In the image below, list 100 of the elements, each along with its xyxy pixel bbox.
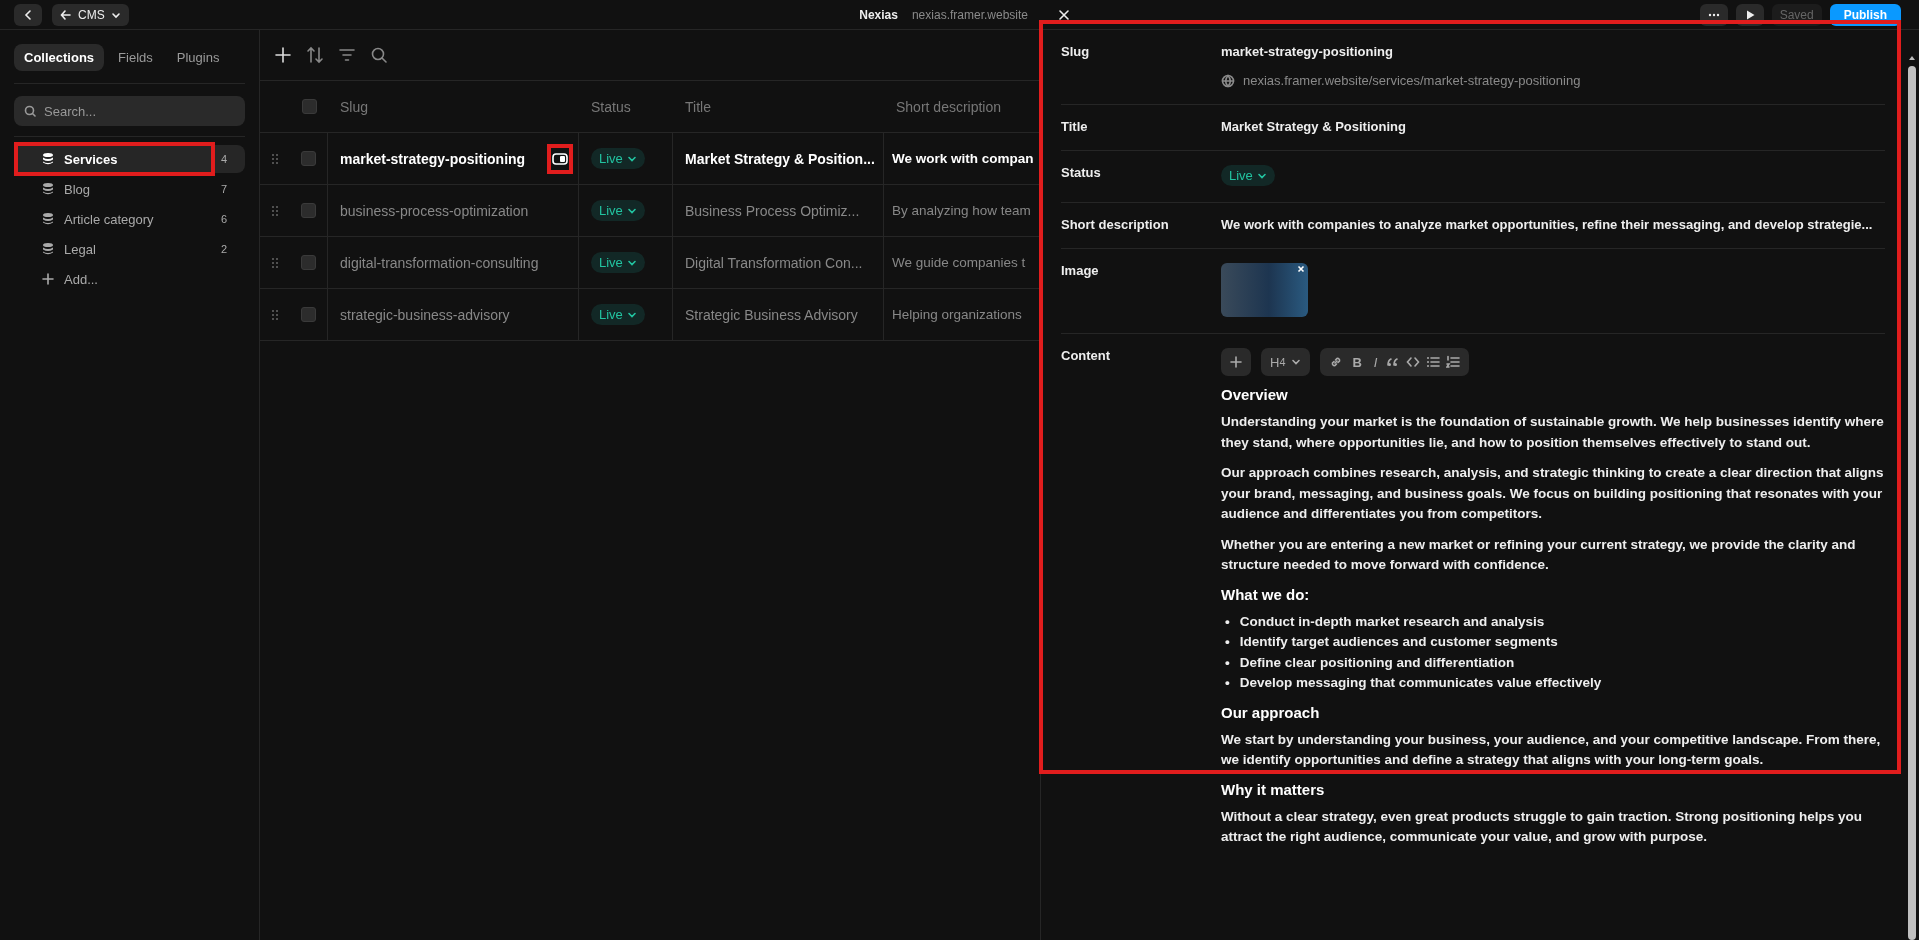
status-pill[interactable]: Live — [1221, 165, 1275, 186]
bullet-item: Conduct in-depth market research and analysis — [1239, 612, 1545, 631]
row-checkbox[interactable] — [301, 307, 316, 322]
insert-button[interactable] — [1221, 348, 1251, 376]
item-count: 2 — [220, 243, 227, 255]
sidebar-tab[interactable]: Plugins — [166, 44, 230, 71]
globe-icon — [1221, 73, 1235, 88]
table-row[interactable]: strategic-business-advisory Live Strategic Business Advisory Helping organizations — [260, 289, 1040, 341]
content-heading: Our approach — [1221, 703, 1321, 721]
table-cell: Market Strategy & Position... — [673, 133, 884, 184]
table-cell: market-strategy-positioning — [340, 150, 526, 167]
item-count: 4 — [220, 153, 227, 165]
table-row[interactable]: business-process-optimization Live Business Process Optimiz... By analyzing how team — [260, 185, 1040, 237]
field-label: Slug — [1061, 44, 1091, 61]
plus-icon — [1230, 356, 1242, 368]
field-label: Short description — [1061, 217, 1170, 232]
caret-icon — [1291, 357, 1302, 367]
content-heading: Why it matters — [1221, 780, 1326, 798]
field-value[interactable]: We work with companies to analyze market opportunities, refine their messaging, and develop strategie... — [1221, 217, 1885, 232]
item-count: 7 — [220, 183, 227, 195]
select-all-checkbox[interactable] — [301, 99, 317, 114]
filter-icon[interactable] — [338, 46, 356, 64]
site-name: Nexias — [859, 7, 898, 22]
table-row[interactable]: digital-transformation-consulting Live Digital Transformation Con... We guide companies t — [260, 237, 1040, 289]
status-pill[interactable]: Live — [591, 252, 645, 273]
status-pill[interactable]: Live — [591, 200, 645, 221]
site-url: nexias.framer.website — [911, 7, 1028, 22]
page-url: nexias.framer.website/services/market-strategy-positioning — [1243, 73, 1581, 88]
status-pill[interactable]: Live — [591, 304, 645, 325]
content-heading: What we do: — [1221, 585, 1311, 603]
content-paragraph: We start by understanding your business, your audience, and your competitive landscape. From there, we identify opportunities and define a strategy that aligns with your long-term goals. — [1221, 730, 1882, 769]
bullet-item: Develop messaging that communicates value effectively — [1239, 674, 1602, 692]
field-value[interactable]: Market Strategy & Positioning — [1221, 119, 1885, 134]
close-icon[interactable] — [1058, 8, 1070, 21]
table-cell: Business Process Optimiz... — [673, 185, 884, 236]
collection-item[interactable]: Article category 6 — [14, 205, 245, 233]
list-bullet: • — [1225, 653, 1230, 672]
database-icon — [42, 242, 54, 256]
content-paragraph: Our approach combines research, analysis, and strategic thinking to create a clear direction that aligns your brand, messaging, and business goals. We focus on building positioning that resonates with your audience and differentiates you from competitors. — [1221, 464, 1885, 523]
item-count: 6 — [220, 213, 227, 225]
bullet-list-icon[interactable] — [1426, 355, 1441, 369]
table-cell: strategic-business-advisory — [340, 306, 510, 323]
list-bullet: • — [1225, 674, 1230, 692]
drag-handle-icon[interactable] — [271, 308, 279, 321]
column-header: Status — [590, 97, 632, 117]
numbered-list-icon[interactable] — [1446, 355, 1461, 369]
bold-button[interactable]: B — [1349, 354, 1365, 370]
field-label: Title — [1061, 119, 1089, 134]
row-checkbox[interactable] — [301, 255, 316, 270]
project-menu[interactable]: CMS — [52, 3, 129, 26]
toggle-icon[interactable] — [552, 152, 568, 165]
table-cell-text: We work with compan — [891, 150, 1035, 168]
table-cell-text: Helping organizations — [891, 306, 1023, 324]
status-pill[interactable]: Live — [591, 148, 645, 169]
row-checkbox[interactable] — [301, 203, 316, 218]
field-label: Image — [1061, 263, 1100, 280]
field-label: Status — [1061, 165, 1102, 182]
search-field[interactable]: Search... — [14, 96, 245, 126]
table-cell-text: We guide companies t — [891, 254, 1027, 272]
back-button[interactable] — [14, 3, 42, 26]
collection-item[interactable]: Blog 7 — [14, 175, 245, 203]
table-cell: digital-transformation-consulting — [340, 254, 539, 271]
bullet-item: Identify target audiences and customer segments — [1239, 633, 1558, 651]
database-icon — [42, 152, 54, 166]
quote-icon[interactable] — [1386, 355, 1401, 369]
table-cell-text: By analyzing how team — [891, 202, 1032, 220]
table-cell: Strategic Business Advisory — [673, 289, 884, 340]
scrollbar[interactable] — [1907, 54, 1917, 940]
italic-button[interactable]: I — [1370, 354, 1381, 370]
slug-value[interactable]: market-strategy-positioning — [1221, 44, 1885, 59]
database-icon — [42, 182, 54, 196]
content-paragraph: Whether you are entering a new market or refining your current strategy, we provide the clarity and structure needed to move forward with confidence. — [1221, 535, 1857, 574]
image-thumbnail[interactable] — [1221, 263, 1308, 317]
plus-icon[interactable] — [274, 46, 292, 64]
drag-handle-icon[interactable] — [271, 256, 279, 269]
drag-handle-icon[interactable] — [271, 152, 279, 165]
content-paragraph: Understanding your market is the foundation of sustainable growth. We help businesses identify where they stand, where opportunities lie, and how to position themselves effectively to stand out. — [1221, 413, 1885, 452]
collection-item[interactable]: Services 4 — [14, 145, 245, 173]
column-header: Short description — [895, 97, 1003, 117]
collection-item[interactable]: Legal 2 — [14, 235, 245, 263]
code-icon[interactable] — [1406, 355, 1421, 369]
sort-icon[interactable] — [306, 46, 324, 64]
table-cell: Digital Transformation Con... — [673, 237, 884, 288]
bullet-item: Define clear positioning and differentiation — [1239, 653, 1515, 672]
table-row[interactable]: market-strategy-positioning Live Market Strategy & Position... We work with compan — [260, 133, 1040, 185]
search-icon[interactable] — [370, 46, 388, 64]
add-collection[interactable]: Add... — [14, 265, 245, 293]
row-checkbox[interactable] — [301, 151, 316, 166]
sidebar-tab[interactable]: Fields — [108, 44, 163, 71]
list-bullet: • — [1225, 612, 1230, 631]
field-label: Content — [1061, 348, 1112, 365]
content-paragraph: Without a clear strategy, even great products struggle to gain traction. Strong positioning helps you attract the right audience, communicate your value, and grow with purpose. — [1221, 807, 1863, 846]
search-icon — [24, 105, 36, 117]
column-header: Slug — [339, 97, 370, 117]
content-heading: Overview — [1221, 386, 1289, 403]
arrow-icon — [60, 8, 72, 21]
drag-handle-icon[interactable] — [271, 204, 279, 217]
chevron-left-icon — [22, 8, 34, 21]
plus-icon — [42, 273, 54, 285]
sidebar-tab[interactable]: Collections — [14, 44, 105, 71]
